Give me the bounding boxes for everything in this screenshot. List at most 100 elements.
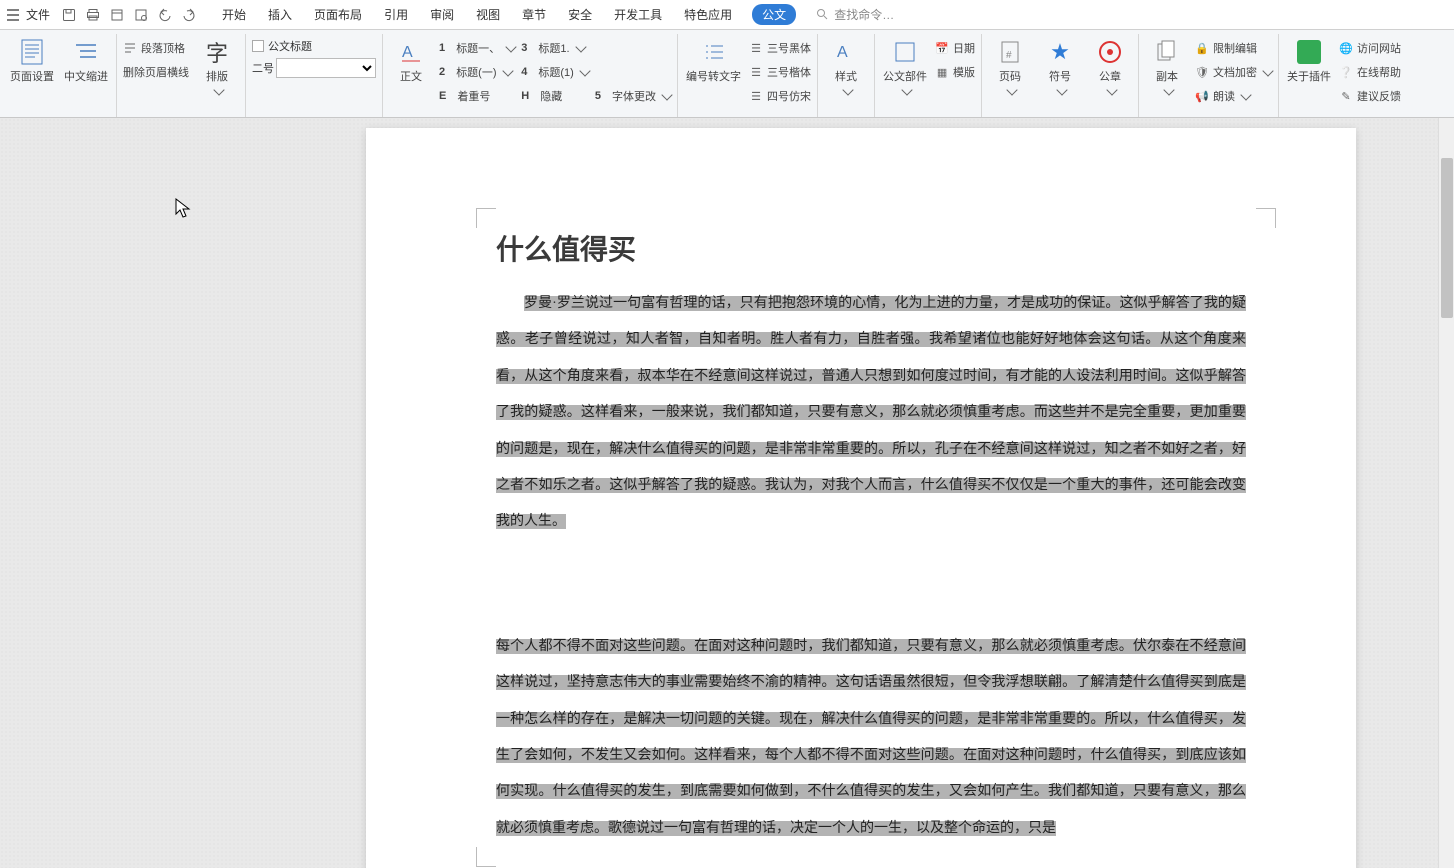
about-plugin-button[interactable]: 关于插件 xyxy=(1285,36,1333,86)
encrypt-button[interactable]: 🛡文档加密 xyxy=(1195,62,1272,82)
heading4-button[interactable]: 4 标题(1) xyxy=(521,62,589,82)
date-label: 日期 xyxy=(953,40,975,56)
menubar: 文件 开始 插入 页面布局 引用 审阅 视图 章节 安全 开发工具 特色应用 公… xyxy=(0,0,1454,30)
chev-icon xyxy=(661,89,672,100)
heading1-button[interactable]: 1 标题一、 xyxy=(439,38,515,58)
document-workspace: 什么值得买 罗曼·罗兰说过一句富有哲理的话，只有把抱怨环境的心情，化为上进的力量… xyxy=(0,118,1454,868)
feedback-button[interactable]: ✎ 建议反馈 xyxy=(1339,86,1401,106)
group-copy: 副本 🔒限制编辑 🛡文档加密 📢朗读 xyxy=(1143,34,1279,117)
margin-corner-icon xyxy=(1256,208,1276,228)
menu-icon[interactable] xyxy=(6,8,20,22)
styles-icon: A xyxy=(832,38,860,66)
font-size-select[interactable] xyxy=(276,58,376,78)
heading3-button[interactable]: 3 标题1. xyxy=(521,38,589,58)
group-para: 段落顶格 删除页眉横线 字 排版 xyxy=(121,34,246,117)
ribbon: 页面设置 中文缩进 段落顶格 删除页眉横线 字 排版 公文标题 xyxy=(0,30,1454,118)
date-button[interactable]: 📅日期 xyxy=(935,38,975,58)
chev-icon xyxy=(502,65,513,76)
heading2-button[interactable]: 2 标题(一) xyxy=(439,62,515,82)
san-hei-button[interactable]: ☰三号黑体 xyxy=(749,38,811,58)
si-fang-button[interactable]: ☰ 四号仿宋 xyxy=(749,86,811,106)
doc-title-label[interactable]: 公文标题 xyxy=(268,38,312,54)
del-header-line-label: 删除页眉横线 xyxy=(123,64,189,80)
lock-icon: 🔒 xyxy=(1195,41,1209,55)
num-to-text-button[interactable]: 编号转文字 xyxy=(684,36,743,86)
star-icon: ★ xyxy=(1046,38,1074,66)
page-setup-button[interactable]: 页面设置 xyxy=(8,36,56,86)
chevron-down-icon xyxy=(1056,84,1067,95)
document-page[interactable]: 什么值得买 罗曼·罗兰说过一句富有哲理的话，只有把抱怨环境的心情，化为上进的力量… xyxy=(366,128,1356,868)
hn5: 5 xyxy=(595,90,601,102)
chevron-down-icon xyxy=(1106,84,1117,95)
list-icon: ☰ xyxy=(749,89,763,103)
tab-review[interactable]: 审阅 xyxy=(428,2,456,27)
quick-access-toolbar xyxy=(60,6,198,24)
redo-icon[interactable] xyxy=(180,6,198,24)
list-icon: ☰ xyxy=(749,65,763,79)
stamp-button[interactable]: 公章 xyxy=(1088,36,1132,98)
tab-special-apps[interactable]: 特色应用 xyxy=(682,2,734,27)
shield-icon: 🛡 xyxy=(1195,65,1209,79)
symbol-button[interactable]: ★ 符号 xyxy=(1038,36,1082,98)
online-help-button[interactable]: ❔ 在线帮助 xyxy=(1339,62,1401,82)
stamp-icon xyxy=(1096,38,1124,66)
del-header-line-button[interactable]: 删除页眉横线 xyxy=(123,62,189,82)
command-search[interactable]: 查找命令… xyxy=(816,6,894,23)
tab-start[interactable]: 开始 xyxy=(220,2,248,27)
components-icon xyxy=(891,38,919,66)
tab-dev-tools[interactable]: 开发工具 xyxy=(612,2,664,27)
hide-button[interactable]: H 隐藏 xyxy=(521,86,589,106)
cn-indent-label: 中文缩进 xyxy=(64,68,108,84)
tab-page-layout[interactable]: 页面布局 xyxy=(312,2,364,27)
page-number-button[interactable]: # 页码 xyxy=(988,36,1032,98)
print-preview-icon[interactable] xyxy=(108,6,126,24)
print-quick-icon[interactable] xyxy=(84,6,102,24)
restrict-edit-button[interactable]: 🔒限制编辑 xyxy=(1195,38,1272,58)
styles-label: 样式 xyxy=(835,68,857,84)
save-icon[interactable] xyxy=(60,6,78,24)
san-kai-button[interactable]: ☰三号楷体 xyxy=(749,62,811,82)
tab-section[interactable]: 章节 xyxy=(520,2,548,27)
feedback-icon: ✎ xyxy=(1339,89,1353,103)
visit-site-button[interactable]: 🌐访问网站 xyxy=(1339,38,1401,58)
print-direct-icon[interactable] xyxy=(132,6,150,24)
copy-label: 副本 xyxy=(1156,68,1178,84)
scrollbar-thumb[interactable] xyxy=(1441,158,1453,318)
page-number-icon: # xyxy=(996,38,1024,66)
file-menu[interactable]: 文件 xyxy=(26,6,50,23)
undo-icon[interactable] xyxy=(156,6,174,24)
body-text-label: 正文 xyxy=(400,68,422,84)
copy-button[interactable]: 副本 xyxy=(1145,36,1189,98)
styles-button[interactable]: A 样式 xyxy=(824,36,868,98)
tab-security[interactable]: 安全 xyxy=(566,2,594,27)
cn-indent-button[interactable]: 中文缩进 xyxy=(62,36,110,86)
para-top-button[interactable]: 段落顶格 xyxy=(123,38,189,58)
paragraph-1: 罗曼·罗兰说过一句富有哲理的话，只有把抱怨环境的心情，化为上进的力量，才是成功的… xyxy=(496,286,1246,541)
symbol-label: 符号 xyxy=(1049,68,1071,84)
vertical-scrollbar[interactable] xyxy=(1438,118,1454,868)
read-aloud-button[interactable]: 📢朗读 xyxy=(1195,86,1272,106)
bullet-button[interactable]: E 着重号 xyxy=(439,86,515,106)
page-number-label: 页码 xyxy=(999,68,1021,84)
body-text-button[interactable]: A 正文 xyxy=(389,36,433,86)
tab-references[interactable]: 引用 xyxy=(382,2,410,27)
si-fang-label: 四号仿宋 xyxy=(767,88,811,104)
tab-view[interactable]: 视图 xyxy=(474,2,502,27)
page-setup-label: 页面设置 xyxy=(10,68,54,84)
tab-insert[interactable]: 插入 xyxy=(266,2,294,27)
components-label: 公文部件 xyxy=(883,68,927,84)
components-button[interactable]: 公文部件 xyxy=(881,36,929,98)
tab-gongwen[interactable]: 公文 xyxy=(752,4,796,25)
font-change-button[interactable]: 5 字体更改 xyxy=(595,86,671,106)
para-top-label: 段落顶格 xyxy=(141,40,185,56)
group-styles: A 样式 xyxy=(822,34,875,117)
layout-button[interactable]: 字 排版 xyxy=(195,36,239,98)
search-placeholder: 查找命令… xyxy=(834,6,894,23)
avatar-icon xyxy=(1295,38,1323,66)
online-help-label: 在线帮助 xyxy=(1357,64,1401,80)
template-button[interactable]: ▦模版 xyxy=(935,62,975,82)
heading4-label: 标题(1) xyxy=(538,64,573,80)
help-icon: ❔ xyxy=(1339,65,1353,79)
feedback-label: 建议反馈 xyxy=(1357,88,1401,104)
chev-icon xyxy=(1262,65,1273,76)
